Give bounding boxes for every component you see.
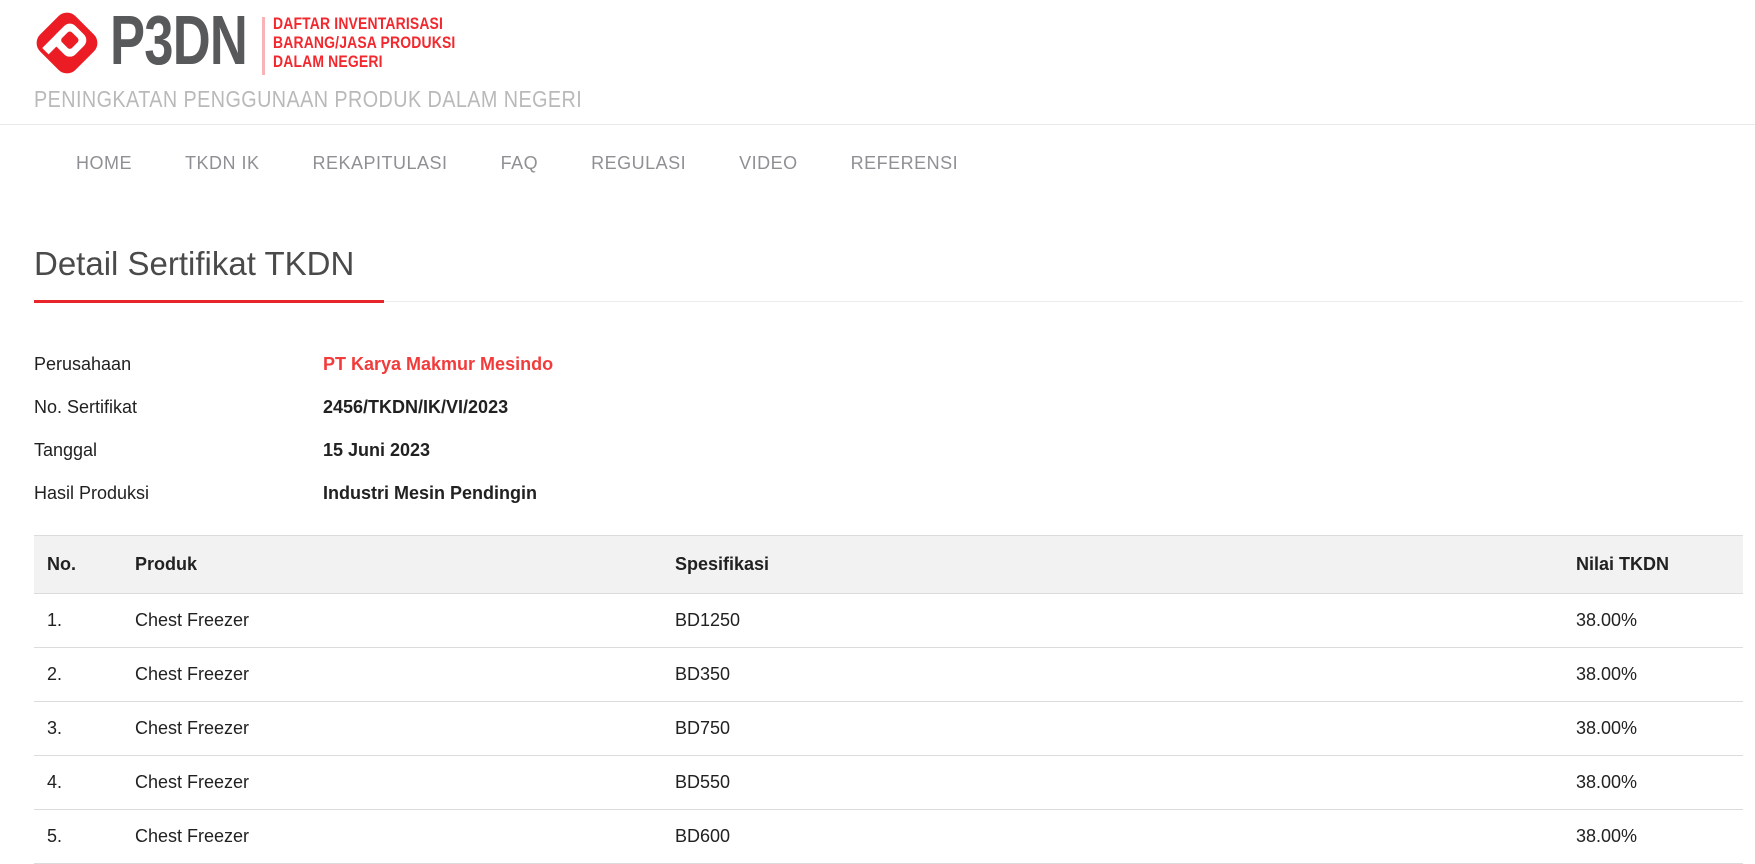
nav-item-video[interactable]: VIDEO [739,153,798,173]
detail-label: Hasil Produksi [34,483,323,503]
nav-item-rekapitulasi[interactable]: REKAPITULASI [313,153,448,173]
brand-tagline: DAFTAR INVENTARISASI BARANG/JASA PRODUKS… [273,14,455,71]
cell-spesifikasi: BD600 [662,810,1563,864]
cell-nilai-tkdn: 38.00% [1563,756,1743,810]
brand-tagline-line2: BARANG/JASA PRODUKSI [273,33,455,52]
header-spesifikasi: Spesifikasi [662,536,1563,594]
brand-divider [262,17,265,75]
logo-wordmark: P3DN [110,0,247,80]
logo-diamond-shape [32,8,103,79]
certificate-number-value: 2456/TKDN/IK/VI/2023 [323,397,508,417]
company-name-value: PT Karya Makmur Mesindo [323,354,553,374]
cell-produk: Chest Freezer [122,648,662,702]
cell-produk: Chest Freezer [122,702,662,756]
cell-spesifikasi: BD550 [662,756,1563,810]
table-row: 4. Chest Freezer BD550 38.00% [34,756,1743,810]
brand-tagline-line3: DALAM NEGERI [273,52,455,71]
brand-tagline-line1: DAFTAR INVENTARISASI [273,14,455,33]
cell-produk: Chest Freezer [122,756,662,810]
cell-nilai-tkdn: 38.00% [1563,648,1743,702]
nav-item-home[interactable]: HOME [76,153,132,173]
cell-spesifikasi: BD1250 [662,594,1563,648]
cell-no: 2. [34,648,122,702]
cell-produk: Chest Freezer [122,810,662,864]
site-header: P3DN DAFTAR INVENTARISASI BARANG/JASA PR… [0,0,1755,125]
main-content: Detail Sertifikat TKDN Perusahaan PT Kar… [0,244,1755,864]
table-row: 2. Chest Freezer BD350 38.00% [34,648,1743,702]
products-table-header: No. Produk Spesifikasi Nilai TKDN [34,536,1743,594]
p3dn-logo-icon [32,8,102,78]
products-table-body: 1. Chest Freezer BD1250 38.00% 2. Chest … [34,594,1743,864]
header-produk: Produk [122,536,662,594]
page-head: Detail Sertifikat TKDN [34,244,1743,302]
table-row: 3. Chest Freezer BD750 38.00% [34,702,1743,756]
detail-row-hasil-produksi: Hasil Produksi Industri Mesin Pendingin [34,483,1743,503]
certificate-details: Perusahaan PT Karya Makmur Mesindo No. S… [34,354,1743,503]
logo-link[interactable]: P3DN DAFTAR INVENTARISASI BARANG/JASA PR… [0,0,470,120]
detail-label: No. Sertifikat [34,397,323,417]
cell-no: 5. [34,810,122,864]
detail-row-no-sertifikat: No. Sertifikat 2456/TKDN/IK/VI/2023 [34,397,1743,417]
cell-spesifikasi: BD350 [662,648,1563,702]
production-result-value: Industri Mesin Pendingin [323,483,537,503]
brand-subtitle: PENINGKATAN PENGGUNAAN PRODUK DALAM NEGE… [34,86,582,113]
cell-produk: Chest Freezer [122,594,662,648]
cell-no: 3. [34,702,122,756]
detail-row-perusahaan: Perusahaan PT Karya Makmur Mesindo [34,354,1743,374]
header-no: No. [34,536,122,594]
detail-label: Perusahaan [34,354,323,374]
cell-no: 4. [34,756,122,810]
cell-no: 1. [34,594,122,648]
table-row: 1. Chest Freezer BD1250 38.00% [34,594,1743,648]
date-value: 15 Juni 2023 [323,440,430,460]
cell-nilai-tkdn: 38.00% [1563,810,1743,864]
nav-item-regulasi[interactable]: REGULASI [591,153,686,173]
nav-item-referensi[interactable]: REFERENSI [851,153,959,173]
cell-spesifikasi: BD750 [662,702,1563,756]
detail-label: Tanggal [34,440,323,460]
cell-nilai-tkdn: 38.00% [1563,594,1743,648]
title-underline [34,300,384,303]
main-nav: HOME TKDN IK REKAPITULASI FAQ REGULASI V… [0,125,1755,195]
page-title: Detail Sertifikat TKDN [34,244,1743,284]
table-header-row: No. Produk Spesifikasi Nilai TKDN [34,536,1743,594]
nav-item-tkdn-ik[interactable]: TKDN IK [185,153,260,173]
detail-row-tanggal: Tanggal 15 Juni 2023 [34,440,1743,460]
cell-nilai-tkdn: 38.00% [1563,702,1743,756]
products-table: No. Produk Spesifikasi Nilai TKDN 1. Che… [34,535,1743,864]
table-row: 5. Chest Freezer BD600 38.00% [34,810,1743,864]
header-nilai-tkdn: Nilai TKDN [1563,536,1743,594]
nav-item-faq[interactable]: FAQ [501,153,539,173]
